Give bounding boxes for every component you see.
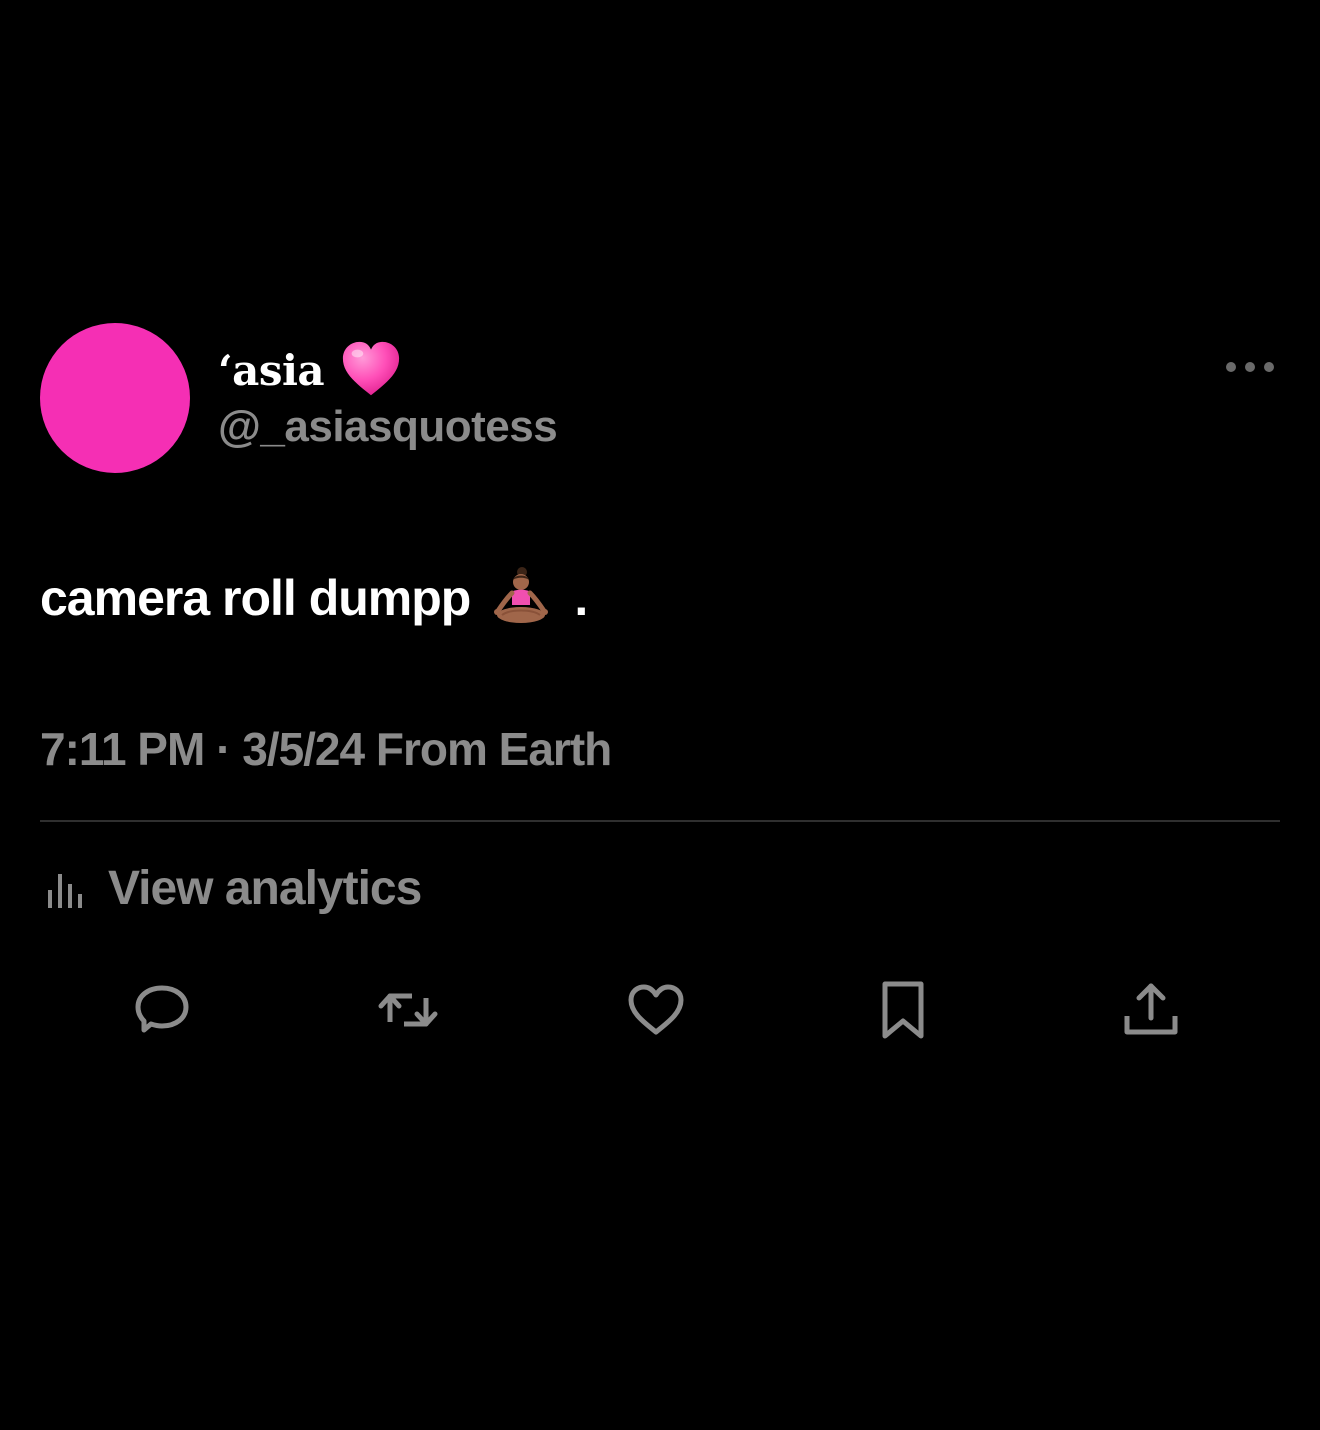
retweet-icon [378,993,438,1027]
meta-separator: · [216,723,231,775]
retweet-button[interactable] [373,975,443,1045]
tweet-text: camera roll dumpp . [40,558,588,638]
display-name-row: ‘asia [218,335,402,405]
view-analytics-label: View analytics [108,861,422,915]
analytics-bar-icon [44,866,88,910]
more-dot-icon [1226,362,1236,372]
display-name[interactable]: ‘asia [218,346,325,395]
comment-bubble-icon [135,985,189,1033]
view-analytics-button[interactable]: View analytics [44,856,422,920]
user-handle[interactable]: @_asiasquotess [218,402,558,452]
tweet-text-content: camera roll dumpp [40,570,471,626]
tweet-date[interactable]: 3/5/24 [242,723,365,775]
bookmark-button[interactable] [868,975,938,1045]
more-dot-icon [1264,362,1274,372]
like-button[interactable] [621,975,691,1045]
more-options-button[interactable] [1222,352,1278,382]
more-dot-icon [1245,362,1255,372]
tweet-meta: 7:11 PM · 3/5/24 From Earth [40,722,612,776]
tweet-trailing-dot: . [574,570,588,626]
divider [40,820,1280,822]
bookmark-icon [882,981,924,1039]
heart-icon [628,984,684,1035]
tweet-source: From Earth [375,723,612,775]
share-button[interactable] [1116,975,1186,1045]
tweet-time[interactable]: 7:11 PM [40,723,205,775]
share-upload-icon [1124,983,1178,1035]
pink-heart-icon [340,339,402,401]
person-in-lotus-position-icon [488,565,554,631]
reply-button[interactable] [127,975,197,1045]
avatar[interactable] [40,323,190,473]
